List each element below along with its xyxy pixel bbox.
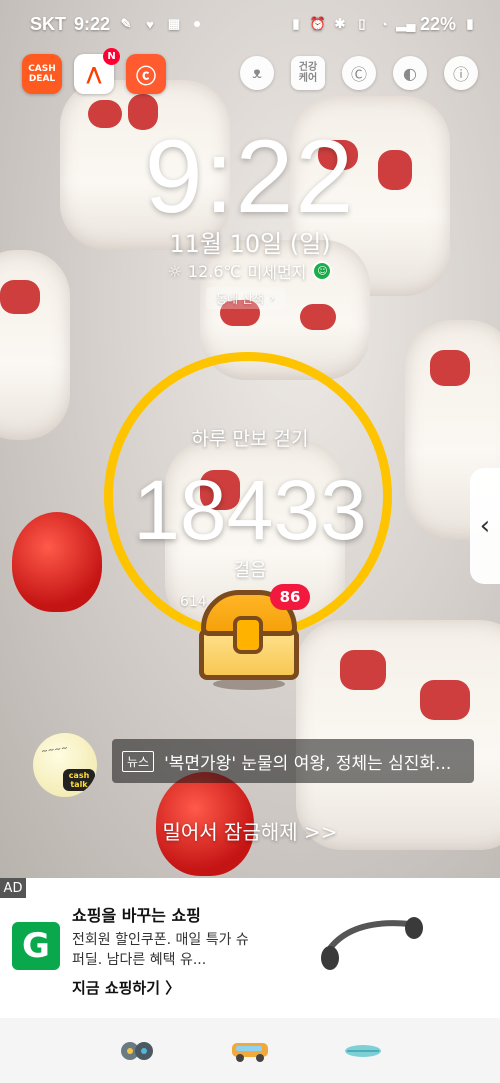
neighborhood-walk-button[interactable]: 동네 산책 › xyxy=(206,287,285,309)
swipe-to-unlock[interactable]: 밀어서 잠금해제 >> xyxy=(0,816,500,845)
cashdeal-label: CASH DEAL xyxy=(28,64,56,84)
top-app-shortcuts: CASH DEAL ⋀ N ⓒ xyxy=(22,48,166,94)
van-icon[interactable] xyxy=(230,1037,270,1065)
side-panel-handle[interactable]: ‹ xyxy=(470,468,500,584)
dog-app-icon[interactable]: ⓒ xyxy=(126,54,166,94)
vibrate-icon: ▯ xyxy=(358,16,366,31)
info-icon[interactable]: ⓘ xyxy=(444,56,478,90)
cashdeal-app-icon[interactable]: CASH DEAL xyxy=(22,54,62,94)
ad-cta-link[interactable]: 지금 쇼핑하기 〉 xyxy=(72,977,180,998)
cat-icon[interactable]: ᴥ xyxy=(240,56,274,90)
signal-icon: ▂▄ xyxy=(396,16,416,31)
walk-button-label: 동네 산책 xyxy=(216,291,264,306)
news-headline: '복면가왕' 눈물의 여왕, 정체는 심진화... xyxy=(164,753,452,774)
lockscreen-clock: 9:22 xyxy=(144,119,356,235)
doodle-icon: ~~~~ xyxy=(40,743,69,756)
chest-lock-icon xyxy=(233,616,263,654)
new-badge: N xyxy=(103,48,120,65)
ad-tag: AD xyxy=(0,878,26,898)
ad-title: 쇼핑을 바꾸는 쇼핑 xyxy=(72,906,201,925)
carrier-label: SKT xyxy=(30,13,66,34)
status-bar: SKT 9:22 ✎ ♥ ▦ ▮ ⏰ ✱ ▯ ◔ ▂▄ 22% ▮ xyxy=(0,0,500,48)
van-glyph xyxy=(231,1042,268,1062)
health-care-label: 건강 케어 xyxy=(298,62,318,84)
step-unit: 걸음 xyxy=(233,560,267,581)
notification-app-icon[interactable]: ⋀ N xyxy=(74,48,120,94)
arch-icon: ⋀ xyxy=(86,63,102,85)
battery-icon: ▮ xyxy=(466,16,474,31)
status-time: 9:22 xyxy=(74,13,111,34)
bluetooth-icon: ✱ xyxy=(334,16,346,31)
disc-glyph xyxy=(120,1041,153,1060)
battery-percent: 22% xyxy=(419,13,456,34)
news-ticker[interactable]: 뉴스 '복면가왕' 눈물의 여왕, 정체는 심진화... xyxy=(112,739,474,783)
dust-status-icon: ☺ xyxy=(312,261,333,281)
bottom-bar xyxy=(0,1018,500,1083)
chevron-left-icon: ‹ xyxy=(479,511,491,541)
calendar-app-icon: ▦ xyxy=(167,16,181,31)
battery-saver-icon: ▮ xyxy=(292,16,300,31)
sun-icon: ☼ xyxy=(167,261,182,281)
disc-icon[interactable] xyxy=(117,1037,157,1065)
feather-icon: ✎ xyxy=(120,16,132,31)
alarm-icon: ⏰ xyxy=(309,16,327,31)
wifi-icon: ◔ xyxy=(380,16,388,32)
chevron-right-icon: › xyxy=(269,291,275,305)
step-count: 18433 xyxy=(133,463,367,557)
cashtalk-tag: cash talk xyxy=(63,769,95,791)
headphones-product-image xyxy=(321,917,423,970)
weather-temperature: 12.6℃ xyxy=(187,261,242,281)
surfboard-icon[interactable] xyxy=(343,1037,383,1065)
chest-count-badge: 86 xyxy=(270,584,310,610)
notification-dot-icon xyxy=(194,21,201,27)
top-tool-shortcuts: ᴥ 건강 케어 Ⓒ ◐ ⓘ xyxy=(240,56,478,90)
news-label: 뉴스 xyxy=(122,750,155,772)
weather-row: ☼ 12.6℃ 미세먼지 ☺ xyxy=(0,259,500,283)
cashtalk-avatar[interactable]: ~~~~ cash talk xyxy=(33,733,97,797)
lockscreen-date: 11월 10일 (일) xyxy=(169,230,331,258)
g-market-logo: G xyxy=(12,922,60,970)
paw-icon: ⓒ xyxy=(136,63,156,88)
c-coin-icon[interactable]: Ⓒ xyxy=(342,56,376,90)
ad-description: 전회원 할인쿠폰. 매일 특가 슈퍼딜. 남다른 혜택 유... xyxy=(72,932,249,968)
heart-app-icon: ♥ xyxy=(146,16,154,32)
ad-banner[interactable]: AD G 쇼핑을 바꾸는 쇼핑 전회원 할인쿠폰. 매일 특가 슈퍼딜. 남다른… xyxy=(0,878,500,1018)
fine-dust-label: 미세먼지 xyxy=(247,263,307,282)
pedometer-title: 하루 만보 걷기 xyxy=(191,428,309,450)
pill-icon[interactable]: ◐ xyxy=(393,56,427,90)
surfboard-glyph xyxy=(345,1044,382,1057)
health-care-icon[interactable]: 건강 케어 xyxy=(291,56,325,90)
